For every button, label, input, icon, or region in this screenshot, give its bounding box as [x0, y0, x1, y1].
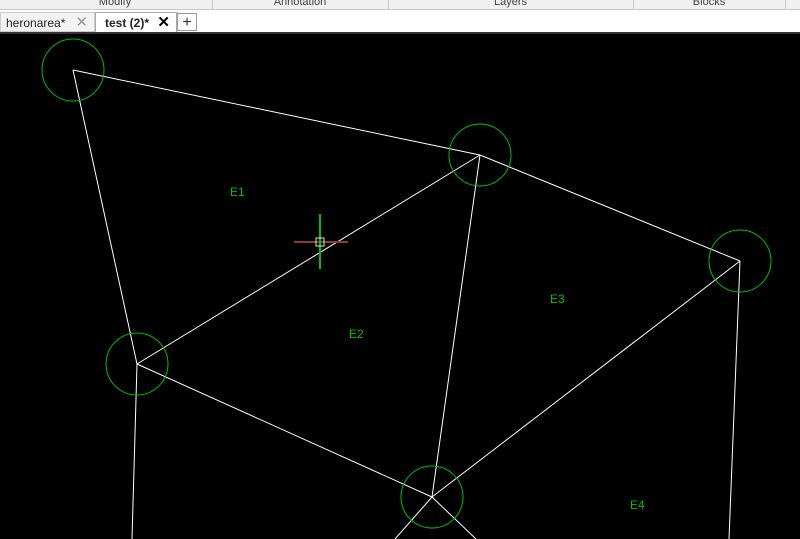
- file-tab-bar: heronarea* ✕ test (2)* ✕ +: [0, 10, 800, 34]
- new-tab-button[interactable]: +: [177, 13, 197, 31]
- edge-line: [131, 363, 138, 539]
- edge-line: [72, 69, 481, 156]
- edge-line: [479, 154, 741, 262]
- edge-line: [728, 260, 741, 539]
- ribbon-panel-modify[interactable]: Modify: [18, 0, 213, 9]
- element-label: E1: [230, 185, 245, 199]
- ribbon-panel-bar: Modify Annotation Layers Blocks: [0, 0, 800, 10]
- ribbon-panel-annotation[interactable]: Annotation: [212, 0, 389, 9]
- edge-line: [394, 496, 433, 539]
- element-label: E2: [349, 327, 364, 341]
- edge-line: [136, 363, 433, 498]
- edge-line: [136, 154, 481, 365]
- ribbon-panel-blocks[interactable]: Blocks: [633, 0, 786, 9]
- tab-heronarea[interactable]: heronarea* ✕: [0, 12, 95, 32]
- close-icon[interactable]: ✕: [157, 13, 170, 33]
- tab-test-2[interactable]: test (2)* ✕: [95, 12, 177, 32]
- tab-label: test (2)*: [105, 16, 150, 30]
- edge-line: [72, 69, 138, 365]
- edge-line: [431, 496, 477, 539]
- tab-label: heronarea*: [6, 16, 66, 30]
- edge-line: [431, 154, 481, 498]
- ribbon-panel-layers[interactable]: Layers: [388, 0, 634, 9]
- drawing-canvas[interactable]: E1 E2 E3 E4: [0, 34, 800, 539]
- element-label: E3: [550, 292, 565, 306]
- polylines: [72, 69, 741, 539]
- element-label: E4: [630, 498, 645, 512]
- crosshair-cursor: [294, 214, 348, 269]
- close-icon[interactable]: ✕: [75, 13, 88, 33]
- edge-line: [431, 260, 741, 498]
